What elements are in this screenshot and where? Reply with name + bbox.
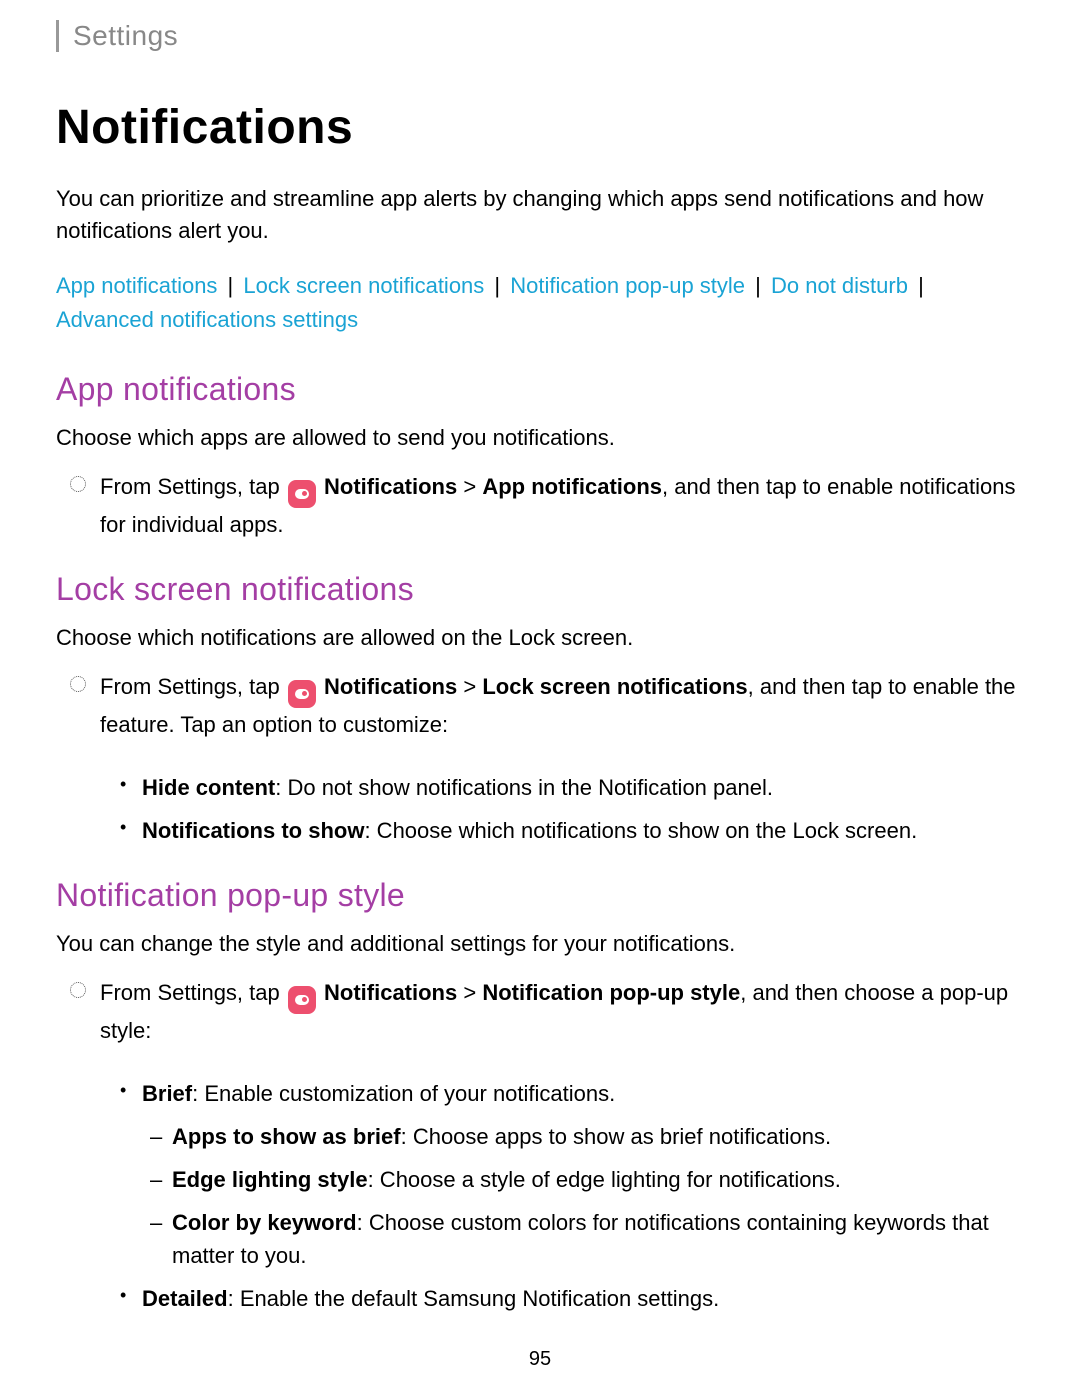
breadcrumb-bar: Settings <box>56 20 1024 52</box>
section-popup-style: Notification pop-up style You can change… <box>56 877 1024 1315</box>
body-text: Choose which apps are allowed to send yo… <box>56 422 1024 454</box>
page-title: Notifications <box>56 100 1024 155</box>
dash-item: Apps to show as brief: Choose apps to sh… <box>172 1120 1024 1153</box>
step-item: From Settings, tap Notifications > Notif… <box>100 976 1024 1047</box>
link-do-not-disturb[interactable]: Do not disturb <box>771 273 908 298</box>
link-advanced[interactable]: Advanced notifications settings <box>56 307 358 332</box>
intro-text: You can prioritize and streamline app al… <box>56 183 1024 247</box>
step-item: From Settings, tap Notifications > App n… <box>100 470 1024 541</box>
breadcrumb: Settings <box>73 20 178 51</box>
heading-lock-screen: Lock screen notifications <box>56 571 1024 608</box>
section-links: App notifications | Lock screen notifica… <box>56 269 1024 337</box>
notifications-icon <box>288 480 316 508</box>
notifications-icon <box>288 680 316 708</box>
heading-app-notifications: App notifications <box>56 371 1024 408</box>
body-text: You can change the style and additional … <box>56 928 1024 960</box>
link-popup-style[interactable]: Notification pop-up style <box>510 273 745 298</box>
body-text: Choose which notifications are allowed o… <box>56 622 1024 654</box>
page-number: 95 <box>0 1348 1080 1371</box>
dash-item: Color by keyword: Choose custom colors f… <box>172 1206 1024 1272</box>
link-app-notifications[interactable]: App notifications <box>56 273 217 298</box>
dash-item: Edge lighting style: Choose a style of e… <box>172 1163 1024 1196</box>
section-lock-screen: Lock screen notifications Choose which n… <box>56 571 1024 847</box>
section-app-notifications: App notifications Choose which apps are … <box>56 371 1024 541</box>
bullet-item: Hide content: Do not show notifications … <box>142 771 1024 804</box>
bullet-item: Detailed: Enable the default Samsung Not… <box>142 1282 1024 1315</box>
notifications-icon <box>288 986 316 1014</box>
link-lock-screen[interactable]: Lock screen notifications <box>243 273 484 298</box>
heading-popup-style: Notification pop-up style <box>56 877 1024 914</box>
bullet-item: Notifications to show: Choose which noti… <box>142 814 1024 847</box>
bullet-item: Brief: Enable customization of your noti… <box>142 1077 1024 1272</box>
step-item: From Settings, tap Notifications > Lock … <box>100 670 1024 741</box>
